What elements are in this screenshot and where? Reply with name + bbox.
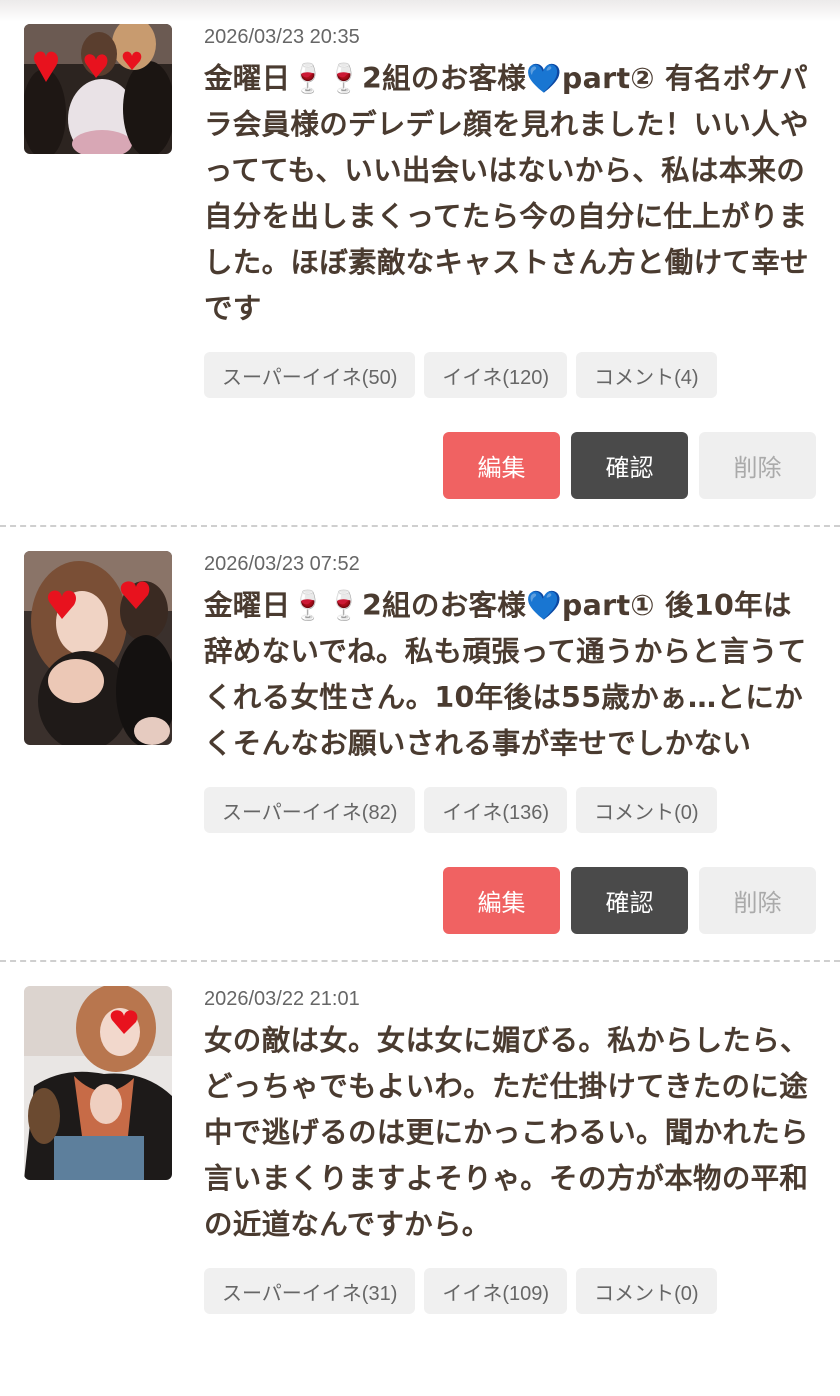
edit-button[interactable]: 編集 [443, 432, 560, 499]
superlike-button[interactable]: スーパーイイネ(31) [204, 1268, 416, 1314]
confirm-button[interactable]: 確認 [571, 867, 688, 934]
like-button[interactable]: イイネ(109) [424, 1268, 568, 1314]
superlike-button[interactable]: スーパーイイネ(82) [204, 787, 416, 833]
confirm-button[interactable]: 確認 [571, 432, 688, 499]
post-date: 2026/03/23 07:52 [204, 553, 360, 575]
post-text[interactable]: 金曜日🍷🍷2組のお客様💙part① 後10年は辞めないでね。私も頑張って通うから… [204, 583, 816, 767]
photo-thumbnail-icon[interactable] [24, 551, 172, 745]
like-button[interactable]: イイネ(120) [424, 352, 568, 398]
photo-thumbnail-icon[interactable] [24, 986, 172, 1180]
delete-button[interactable]: 削除 [699, 867, 816, 934]
post-item: 2026/03/23 20:35 金曜日🍷🍷2組のお客様💙part② 有名ポケパ… [0, 0, 840, 527]
post-item: 2026/03/22 21:01 女の敵は女。女は女に媚びる。私からしたら、どっ… [0, 962, 840, 1314]
post-item: 2026/03/23 07:52 金曜日🍷🍷2組のお客様💙part① 後10年は… [0, 527, 840, 962]
comment-button[interactable]: コメント(4) [576, 352, 717, 398]
superlike-button[interactable]: スーパーイイネ(50) [204, 352, 416, 398]
photo-thumbnail-icon[interactable] [24, 24, 172, 154]
post-text[interactable]: 女の敵は女。女は女に媚びる。私からしたら、どっちゃでもよいわ。ただ仕掛けてきたの… [204, 1018, 816, 1248]
post-date: 2026/03/23 20:35 [204, 26, 360, 48]
post-date: 2026/03/22 21:01 [204, 988, 360, 1010]
like-button[interactable]: イイネ(136) [424, 787, 568, 833]
comment-button[interactable]: コメント(0) [576, 1268, 717, 1314]
comment-button[interactable]: コメント(0) [576, 787, 717, 833]
post-feed: 2026/03/23 20:35 金曜日🍷🍷2組のお客様💙part② 有名ポケパ… [0, 0, 840, 1314]
post-text[interactable]: 金曜日🍷🍷2組のお客様💙part② 有名ポケパラ会員様のデレデレ顔を見れました！… [204, 56, 816, 332]
delete-button[interactable]: 削除 [699, 432, 816, 499]
edit-button[interactable]: 編集 [443, 867, 560, 934]
